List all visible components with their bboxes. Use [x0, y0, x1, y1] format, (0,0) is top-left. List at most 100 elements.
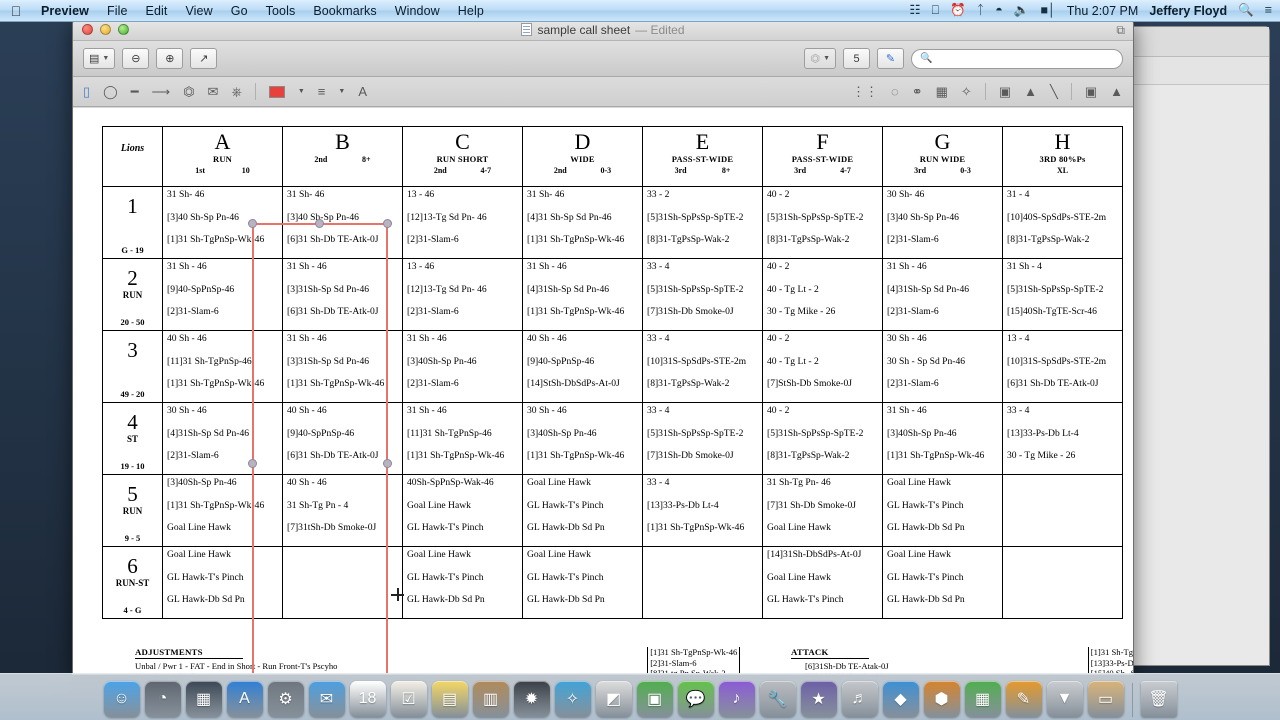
row-number-cell[interactable]: 2 RUN 20 - 50 — [102, 258, 163, 331]
markup-toolbar-button[interactable]: ⏣ ▼ — [804, 48, 836, 69]
play-cell[interactable]: 33 - 2 [5]31Sh-SpPsSp-SpTE-2 [8]31-TgPsSp-… — [642, 186, 763, 259]
crop-tool-icon[interactable]: ▣ — [999, 85, 1011, 98]
dock-item-finder[interactable]: ☺ — [103, 681, 140, 717]
play-cell[interactable]: Goal Line Hawk GL Hawk-T's Pinch GL Hawk-D… — [522, 546, 643, 619]
menu-item-bookmarks[interactable]: Bookmarks — [304, 4, 385, 18]
dock-item-mission-control[interactable]: ▦ — [185, 681, 222, 717]
play-cell[interactable]: 33 - 4 [13]33-Ps-Db Lt-4 [1]31 Sh-TgPnSp-W… — [642, 474, 763, 547]
play-cell[interactable]: 30 Sh - 46 30 Sh - Sp Sd Pn-46 [2]31-Slam-… — [882, 330, 1003, 403]
dock-item-itunes[interactable]: ♪ — [718, 681, 755, 717]
play-cell[interactable]: 31 Sh - 46 [4]31Sh-Sp Sd Pn-46 [2]31-Slam-… — [882, 258, 1003, 331]
play-cell[interactable]: 33 - 4 [5]31Sh-SpPsSp-SpTE-2 [7]31Sh-Db Sm… — [642, 258, 763, 331]
play-cell[interactable]: 30 Sh- 46 [3]40 Sh-Sp Pn-46 [2]31-Slam-6 — [882, 186, 1003, 259]
menu-item-edit[interactable]: Edit — [137, 4, 177, 18]
play-cell[interactable]: 33 - 4 [13]33-Ps-Db Lt-4 30 - Tg Mike - 26 — [1002, 402, 1123, 475]
bluetooth-icon[interactable]: ᛏ — [977, 4, 985, 17]
dock-item-launchpad[interactable]: ⬢ — [923, 681, 960, 717]
dock-item-mail[interactable]: ✉ — [308, 681, 345, 717]
dock-item-facetime[interactable]: ▣ — [636, 681, 673, 717]
menu-item-file[interactable]: File — [98, 4, 137, 18]
play-cell[interactable]: 31 Sh - 46 [3]40Sh-Sp Pn-46 [1]31 Sh-TgPnS… — [882, 402, 1003, 475]
play-cell[interactable]: 31 Sh - 46 [4]31Sh-Sp Sd Pn-46 [1]31 Sh-Tg… — [522, 258, 643, 331]
arrow-icon[interactable]: ⟶ — [152, 85, 171, 98]
play-cell[interactable]: 40 Sh - 46 [9]40-SpPnSp-46 [6]31 Sh-Db TE-… — [282, 402, 403, 475]
search-input[interactable]: 🔍 — [911, 48, 1123, 69]
dock-item-system-preferences[interactable]: ⚙ — [267, 681, 304, 717]
apple-logo-icon[interactable]:  — [0, 3, 32, 19]
play-cell[interactable]: Goal Line Hawk GL Hawk-T's Pinch GL Hawk-D… — [162, 546, 283, 619]
row-number-cell[interactable]: 3 49 - 20 — [102, 330, 163, 403]
dock-item-keynote[interactable]: ◆ — [882, 681, 919, 717]
play-cell[interactable]: 40 - 2 [5]31Sh-SpPsSp-SpTE-2 [8]31-TgPsSp-… — [762, 186, 883, 259]
play-cell[interactable]: Goal Line Hawk GL Hawk-T's Pinch GL Hawk-D… — [522, 474, 643, 547]
row-number-cell[interactable]: 6 RUN-ST 4 - G — [102, 546, 163, 619]
column-header-f[interactable]: F PASS-ST-WIDE 3rd 4-7 — [762, 126, 883, 187]
dock-item-reminders[interactable]: ☑ — [390, 681, 427, 717]
dock-item-preview[interactable]: ◩ — [595, 681, 632, 717]
dock-item-calendar[interactable]: 18 — [349, 681, 386, 717]
oval-select-icon[interactable]: ◯ — [103, 85, 118, 98]
background-window[interactable] — [1120, 26, 1270, 666]
dock-item-app-store[interactable]: A — [226, 681, 263, 717]
play-cell[interactable]: 30 Sh - 46 [4]31Sh-Sp Sd Pn-46 [2]31-Slam-… — [162, 402, 283, 475]
dock-item-documents[interactable]: ▭ — [1087, 681, 1124, 717]
dock-item-messages[interactable]: 💬 — [677, 681, 714, 717]
search-icon[interactable]: 🔍 — [1238, 4, 1254, 17]
row-number-cell[interactable]: 5 RUN 9 - 5 — [102, 474, 163, 547]
play-cell[interactable]: 40 Sh - 46 [11]31 Sh-TgPnSp-46 [1]31 Sh-Tg… — [162, 330, 283, 403]
dock-item-safari[interactable]: ✧ — [554, 681, 591, 717]
play-cell[interactable]: Goal Line Hawk GL Hawk-T's Pinch GL Hawk-D… — [402, 546, 523, 619]
wifi-icon[interactable]: ◓ — [995, 4, 1003, 17]
dock-item-downloads[interactable]: ▼ — [1046, 681, 1083, 717]
airplay-icon[interactable]: ⎕ — [932, 4, 940, 17]
menu-item-tools[interactable]: Tools — [257, 4, 305, 18]
dock-item-contacts[interactable]: ▥ — [472, 681, 509, 717]
zoom-out-button[interactable]: ⊖ — [122, 48, 150, 69]
line-icon[interactable]: ━ — [131, 85, 139, 98]
play-cell[interactable]: 31 Sh - 46 [11]31 Sh-TgPnSp-46 [1]31 Sh-Tg… — [402, 402, 523, 475]
column-header-e[interactable]: E PASS-ST-WIDE 3rd 8+ — [642, 126, 763, 187]
font-icon[interactable]: A — [358, 85, 367, 98]
dock-item-photo-booth[interactable]: ✹ — [513, 681, 550, 717]
column-header-g[interactable]: G RUN WIDE 3rd 0-3 — [882, 126, 1003, 187]
wand-icon[interactable]: ✧ — [961, 85, 972, 98]
play-cell[interactable] — [282, 546, 403, 619]
annotate-button[interactable]: ✎ — [877, 48, 904, 69]
zoom-button[interactable] — [118, 24, 129, 35]
play-cell[interactable]: 33 - 4 [10]31S-SpSdPs-STE-2m [8]31-TgPsSp-… — [642, 330, 763, 403]
dock-item-numbers[interactable]: ▦ — [964, 681, 1001, 717]
column-icon[interactable]: ▦ — [936, 85, 948, 98]
dock-item-garageband[interactable]: ♬ — [841, 681, 878, 717]
play-cell[interactable]: 40 Sh - 46 [9]40-SpPnSp-46 [14]StSh-DbSdPs… — [522, 330, 643, 403]
minimize-button[interactable] — [100, 24, 111, 35]
battery-icon[interactable]: ■│ — [1040, 4, 1055, 17]
play-cell[interactable]: 31 Sh - 4 [5]31Sh-SpPsSp-SpTE-2 [15]40Sh-T… — [1002, 258, 1123, 331]
rotate-button[interactable]: 5 — [843, 48, 870, 69]
dropbox-icon[interactable]: ☷ — [909, 4, 920, 17]
play-cell[interactable]: 31 Sh-Tg Pn- 46 [7]31 Sh-Db Smoke-0J Goal … — [762, 474, 883, 547]
document-canvas[interactable]: Lions A RUN 1st 10 B 2nd 8+ C RUN SHORT … — [73, 108, 1133, 674]
notification-center-icon[interactable]: ≡ — [1265, 4, 1272, 17]
menu-bar-user[interactable]: Jeffery Floyd — [1149, 4, 1227, 18]
column-header-c[interactable]: C RUN SHORT 2nd 4-7 — [402, 126, 523, 187]
play-cell[interactable]: 33 - 4 [5]31Sh-SpPsSp-SpTE-2 [7]31Sh-Db Sm… — [642, 402, 763, 475]
row-number-cell[interactable]: 1 G - 19 — [102, 186, 163, 259]
dock-item-dashboard[interactable]: ◔ — [144, 681, 181, 717]
dock-item-notes[interactable]: ▤ — [431, 681, 468, 717]
signature2-icon[interactable]: ▲ — [1110, 85, 1123, 98]
sidebar-view-button[interactable]: ▤ ▼ — [83, 48, 116, 69]
play-cell[interactable]: 13 - 4 [10]31S-SpSdPs-STE-2m [6]31 Sh-Db T… — [1002, 330, 1123, 403]
play-cell[interactable]: 31 - 4 [10]40S-SpSdPs-STE-2m [8]31-TgPsSp-… — [1002, 186, 1123, 259]
crop-icon[interactable]: ⏣ — [183, 85, 194, 98]
play-cell[interactable]: 13 - 46 [12]13-Tg Sd Pn- 46 [2]31-Slam-6 — [402, 258, 523, 331]
fullscreen-icon[interactable]: ⧉ — [1116, 23, 1125, 38]
dock-item-utilities[interactable]: 🔧 — [759, 681, 796, 717]
play-cell[interactable]: 40 Sh - 46 31 Sh-Tg Pn - 4 [7]31tSh-Db Smo… — [282, 474, 403, 547]
dock-item-pages[interactable]: ✎ — [1005, 681, 1042, 717]
play-cell[interactable] — [642, 546, 763, 619]
play-cell[interactable] — [1002, 546, 1123, 619]
line-style-icon[interactable]: ≡ — [318, 85, 326, 98]
play-cell[interactable]: 40Sh-SpPnSp-Wak-46 Goal Line Hawk GL Hawk-… — [402, 474, 523, 547]
text-select-icon[interactable]: ▯ — [83, 85, 90, 98]
play-cell[interactable]: 40 - 2 [5]31Sh-SpPsSp-SpTE-2 [8]31-TgPsSp-… — [762, 402, 883, 475]
